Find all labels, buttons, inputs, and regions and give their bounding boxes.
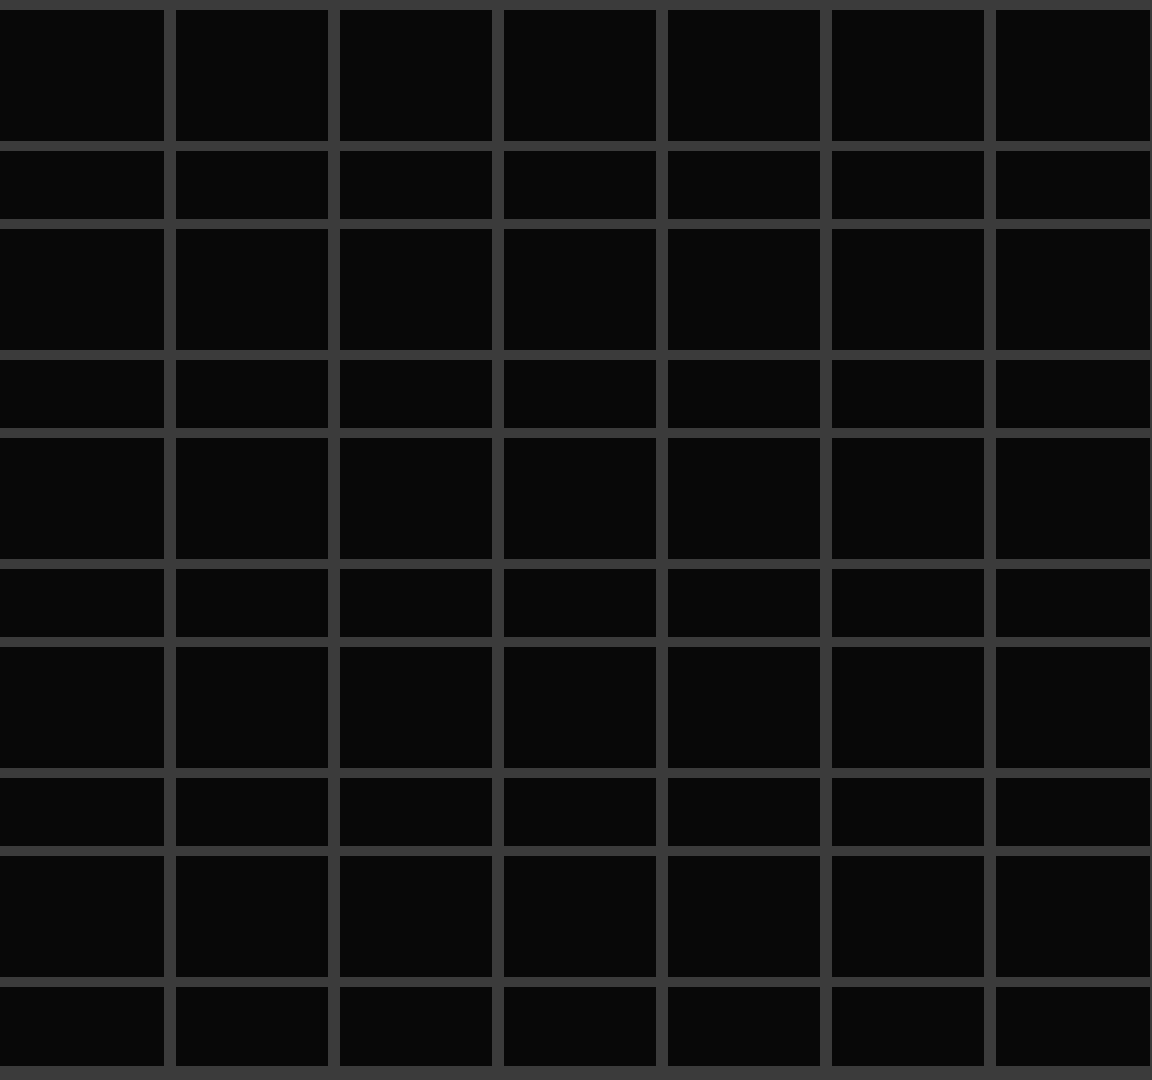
grid-cell[interactable]	[668, 778, 820, 846]
grid-cell[interactable]	[0, 10, 164, 141]
grid-cell[interactable]	[340, 151, 492, 219]
grid-cell[interactable]	[996, 151, 1150, 219]
grid-cell[interactable]	[996, 360, 1150, 428]
grid-cell[interactable]	[996, 438, 1150, 559]
grid-cell[interactable]	[0, 151, 164, 219]
grid-cell[interactable]	[0, 778, 164, 846]
grid-cell[interactable]	[832, 647, 984, 768]
grid-cell[interactable]	[504, 569, 656, 637]
grid-cell[interactable]	[176, 987, 328, 1066]
grid-cell[interactable]	[504, 856, 656, 977]
grid-cell[interactable]	[504, 778, 656, 846]
grid-cell[interactable]	[996, 778, 1150, 846]
grid-cell[interactable]	[668, 10, 820, 141]
grid-cell[interactable]	[668, 647, 820, 768]
grid-cell[interactable]	[996, 647, 1150, 768]
grid-cell[interactable]	[176, 360, 328, 428]
grid-cell[interactable]	[340, 229, 492, 350]
grid-cell[interactable]	[340, 360, 492, 428]
grid-cell[interactable]	[832, 856, 984, 977]
grid-cell[interactable]	[0, 647, 164, 768]
grid-cell[interactable]	[176, 778, 328, 846]
grid-cell[interactable]	[0, 569, 164, 637]
grid-cell[interactable]	[996, 569, 1150, 637]
grid-cell[interactable]	[340, 987, 492, 1066]
grid-cell[interactable]	[176, 856, 328, 977]
grid-cell[interactable]	[668, 987, 820, 1066]
grid-cell[interactable]	[832, 151, 984, 219]
grid-cell[interactable]	[340, 10, 492, 141]
grid-cell[interactable]	[176, 229, 328, 350]
grid-cell[interactable]	[668, 229, 820, 350]
grid-cell[interactable]	[340, 438, 492, 559]
grid-cell[interactable]	[832, 778, 984, 846]
grid-cell[interactable]	[176, 569, 328, 637]
grid-cell[interactable]	[0, 856, 164, 977]
grid-cell[interactable]	[176, 438, 328, 559]
grid-cell[interactable]	[504, 987, 656, 1066]
grid-cell[interactable]	[0, 438, 164, 559]
grid-cell[interactable]	[504, 10, 656, 141]
grid-cell[interactable]	[340, 778, 492, 846]
grid-cell[interactable]	[832, 10, 984, 141]
grid-cell[interactable]	[832, 569, 984, 637]
grid-cell[interactable]	[0, 360, 164, 428]
grid-cell[interactable]	[832, 229, 984, 350]
grid-cell[interactable]	[832, 438, 984, 559]
grid-cell[interactable]	[176, 647, 328, 768]
grid-cell[interactable]	[668, 151, 820, 219]
grid-cell[interactable]	[996, 856, 1150, 977]
grid-cell[interactable]	[504, 438, 656, 559]
grid-cell[interactable]	[996, 229, 1150, 350]
grid-cell[interactable]	[176, 151, 328, 219]
grid-cell[interactable]	[340, 569, 492, 637]
grid-cell[interactable]	[996, 10, 1150, 141]
grid-cell[interactable]	[668, 856, 820, 977]
grid-cell[interactable]	[340, 647, 492, 768]
grid-cell[interactable]	[832, 360, 984, 428]
grid-cell[interactable]	[504, 647, 656, 768]
grid-cell[interactable]	[504, 229, 656, 350]
grid-cell[interactable]	[504, 360, 656, 428]
grid-cell[interactable]	[832, 987, 984, 1066]
grid-cell[interactable]	[0, 987, 164, 1066]
grid-cell[interactable]	[668, 438, 820, 559]
grid-cell[interactable]	[0, 229, 164, 350]
grid-cell[interactable]	[668, 360, 820, 428]
grid-cell[interactable]	[504, 151, 656, 219]
grid-cell[interactable]	[996, 987, 1150, 1066]
empty-grid-board	[0, 0, 1152, 1080]
grid-cell[interactable]	[340, 856, 492, 977]
grid-cell[interactable]	[668, 569, 820, 637]
grid-cell[interactable]	[176, 10, 328, 141]
